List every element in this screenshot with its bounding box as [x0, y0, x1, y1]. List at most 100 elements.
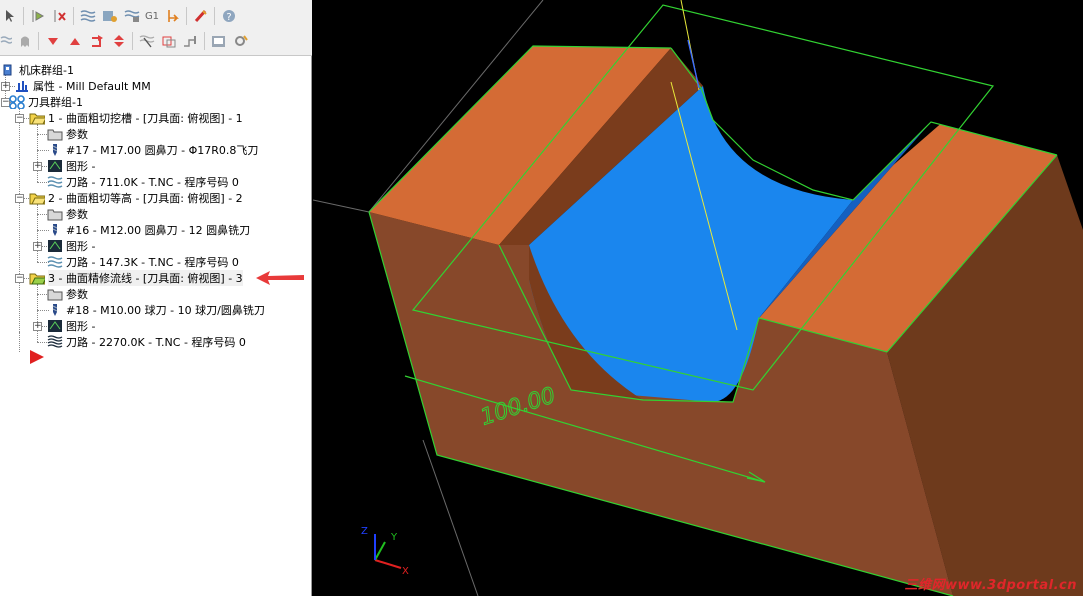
- tree-label: 参数: [66, 288, 88, 301]
- tools-manager-icon[interactable]: [209, 32, 228, 51]
- tree-item-toolpath[interactable]: 刀路 - 711.0K - T.NC - 程序号码 0: [47, 174, 239, 190]
- highspeed-icon[interactable]: [191, 7, 210, 26]
- ghost-icon[interactable]: [15, 32, 34, 51]
- insert-arrow-icon: [30, 350, 44, 364]
- toolbar-separator: [186, 7, 187, 25]
- post-icon-2[interactable]: [181, 32, 200, 51]
- x-axis-label: X: [402, 566, 409, 577]
- operation-label: 2 - 曲面粗切等高 - [刀具面: 俯视图] - 2: [48, 192, 243, 205]
- tree-label: 刀路 - 147.3K - T.NC - 程序号码 0: [66, 256, 239, 269]
- tree-item-tool[interactable]: #18 - M10.00 球刀 - 10 球刀/圆鼻铣刀: [47, 302, 265, 318]
- tree-label: 刀路 - 711.0K - T.NC - 程序号码 0: [66, 176, 239, 189]
- toolpath-group-icon: [9, 95, 25, 109]
- lock-icon[interactable]: [0, 32, 12, 51]
- operation-label: 1 - 曲面粗切挖槽 - [刀具面: 俯视图] - 1: [48, 112, 243, 125]
- tree-item-toolpath[interactable]: 刀路 - 2270.0K - T.NC - 程序号码 0: [47, 334, 246, 350]
- tree-item-operation-2[interactable]: 2 - 曲面粗切等高 - [刀具面: 俯视图] - 2: [29, 190, 243, 206]
- tree-connector: [19, 108, 20, 332]
- toolbar-separator: [23, 7, 24, 25]
- insert-arrow-icon[interactable]: [87, 32, 106, 51]
- tree-item-parameters[interactable]: 参数: [47, 126, 88, 142]
- tree-item-machine-group[interactable]: 机床群组-1: [0, 62, 74, 78]
- expand-icon[interactable]: [109, 32, 128, 51]
- tree-label: #16 - M12.00 圆鼻刀 - 12 圆鼻铣刀: [66, 224, 251, 237]
- properties-icon: [14, 79, 30, 93]
- tree-item-parameters[interactable]: 参数: [47, 286, 88, 302]
- toolpath-dense-icon: [47, 335, 63, 349]
- tree-item-geometry[interactable]: 图形 -: [47, 238, 95, 254]
- tree-item-tool[interactable]: #16 - M12.00 圆鼻刀 - 12 圆鼻铣刀: [47, 222, 250, 238]
- z-axis-label: Z: [361, 526, 368, 537]
- operations-manager-panel: G1 ? 机床群组-1 + 属性 - Mill Default MM − 刀具群…: [0, 0, 312, 596]
- x-axis-line: [374, 559, 402, 569]
- tree-item-operation-1[interactable]: 1 - 曲面粗切挖槽 - [刀具面: 俯视图] - 1: [29, 110, 243, 126]
- tree-label: #18 - M10.00 球刀 - 10 球刀/圆鼻铣刀: [66, 304, 265, 317]
- toggle-display-icon[interactable]: [137, 32, 156, 51]
- svg-text:?: ?: [226, 12, 231, 23]
- operations-toolbar: G1 ?: [0, 0, 312, 56]
- operation-folder-icon: [29, 191, 45, 205]
- geometry-icon: [47, 239, 63, 253]
- parameters-icon: [47, 207, 63, 221]
- parameters-icon: [47, 127, 63, 141]
- tree-item-toolpath[interactable]: 刀路 - 147.3K - T.NC - 程序号码 0: [47, 254, 239, 270]
- tree-label: 属性 - Mill Default MM: [33, 80, 151, 93]
- collapse-operation-1-button[interactable]: −: [15, 114, 24, 123]
- tree-item-properties[interactable]: 属性 - Mill Default MM: [14, 78, 151, 94]
- regenerate-icon[interactable]: [78, 7, 97, 26]
- regenerate-dirty-icon[interactable]: [100, 7, 119, 26]
- expand-properties-button[interactable]: +: [1, 82, 10, 91]
- tree-item-tool[interactable]: #17 - M17.00 圆鼻刀 - Φ17R0.8飞刀: [47, 142, 258, 158]
- move-down-icon[interactable]: [43, 32, 62, 51]
- toolbar-separator: [38, 32, 39, 50]
- tool-icon: [47, 303, 63, 317]
- toggle-posting-icon[interactable]: [159, 32, 178, 51]
- graphics-viewport[interactable]: 100.00 X Y Z 三维网www.3dportal.cn: [313, 0, 1083, 596]
- operation-folder-active-icon: [29, 271, 45, 285]
- tree-item-operation-3[interactable]: 3 - 曲面精修流线 - [刀具面: 俯视图] - 3: [29, 270, 243, 286]
- g1-icon[interactable]: G1: [144, 7, 160, 26]
- watermark: 三维网www.3dportal.cn: [904, 578, 1077, 593]
- help-icon[interactable]: ?: [219, 7, 238, 26]
- tree-label: 刀具群组-1: [28, 96, 83, 109]
- tree-item-toolpath-group[interactable]: 刀具群组-1: [9, 94, 83, 110]
- tree-label: #17 - M17.00 圆鼻刀 - Φ17R0.8飞刀: [66, 144, 259, 157]
- toolbar-row-2: [0, 29, 253, 53]
- annotation-arrow: [256, 271, 304, 285]
- select-all-icon[interactable]: [0, 7, 19, 26]
- y-axis-line: [374, 541, 386, 561]
- tree-connector: [37, 204, 38, 262]
- operation-folder-icon: [29, 111, 45, 125]
- part-3d-view: 100.00 X Y Z: [313, 0, 1083, 596]
- geometry-icon: [47, 319, 63, 333]
- tree-label: 刀路 - 2270.0K - T.NC - 程序号码 0: [66, 336, 246, 349]
- tree-label: 参数: [66, 208, 88, 221]
- post-icon[interactable]: [163, 7, 182, 26]
- collapse-operation-3-button[interactable]: −: [15, 274, 24, 283]
- insert-arrow-marker[interactable]: [28, 349, 46, 365]
- tree-label: 机床群组-1: [19, 64, 74, 77]
- move-up-icon[interactable]: [65, 32, 84, 51]
- tool-icon: [47, 223, 63, 237]
- expand-geometry-button[interactable]: +: [33, 162, 42, 171]
- expand-geometry-button[interactable]: +: [33, 242, 42, 251]
- backplot-icon[interactable]: [122, 7, 141, 26]
- parameters-icon: [47, 287, 63, 301]
- tree-item-geometry[interactable]: 图形 -: [47, 158, 95, 174]
- tree-label: 参数: [66, 128, 88, 141]
- toolpath-icon: [47, 175, 63, 189]
- tree-label: 图形 -: [66, 160, 96, 173]
- toolpath-icon: [47, 255, 63, 269]
- toolbar-separator: [73, 7, 74, 25]
- settings-icon[interactable]: [231, 32, 250, 51]
- collapse-operation-2-button[interactable]: −: [15, 194, 24, 203]
- toolbar-row-1: G1 ?: [0, 4, 241, 28]
- reference-line: [313, 199, 370, 213]
- expand-geometry-button[interactable]: +: [33, 322, 42, 331]
- toolbar-separator: [214, 7, 215, 25]
- tree-label: 图形 -: [66, 320, 96, 333]
- select-failed-icon[interactable]: [50, 7, 69, 26]
- tree-item-geometry[interactable]: 图形 -: [47, 318, 95, 334]
- tree-item-parameters[interactable]: 参数: [47, 206, 88, 222]
- select-toolpaths-icon[interactable]: [28, 7, 47, 26]
